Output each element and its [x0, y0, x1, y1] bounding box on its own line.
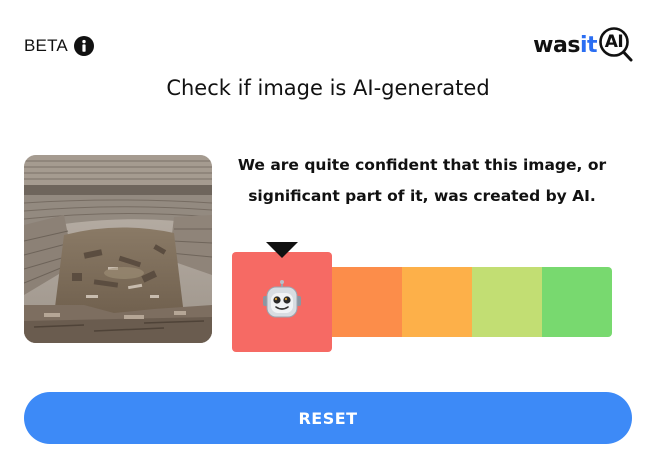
beta-label: BETA	[24, 36, 68, 55]
page-title: Check if image is AI-generated	[166, 76, 490, 100]
robot-icon	[261, 279, 303, 325]
result-line-1: We are quite confident that this image, …	[237, 156, 607, 174]
meter-segment-2	[332, 267, 402, 337]
meter-segment-3	[402, 267, 472, 337]
result-message: We are quite confident that this image, …	[232, 150, 612, 212]
meter-segment-5	[542, 267, 612, 337]
meter-pointer-icon	[266, 242, 298, 258]
info-icon[interactable]	[73, 36, 94, 56]
uploaded-image-thumbnail	[24, 155, 212, 343]
logo-was-text: was	[533, 32, 580, 58]
reset-button[interactable]: RESET	[24, 392, 632, 444]
beta-badge: BETA	[24, 36, 94, 56]
wasitai-logo[interactable]: was it AI	[533, 26, 636, 64]
meter-active-level	[232, 252, 332, 352]
magnifier-icon: AI	[598, 26, 636, 64]
meter-segment-4	[472, 267, 542, 337]
result-line-2: significant part of it, was created by A…	[248, 187, 596, 205]
logo-it-text: it	[579, 32, 598, 58]
logo-ai-text: AI	[604, 32, 624, 52]
